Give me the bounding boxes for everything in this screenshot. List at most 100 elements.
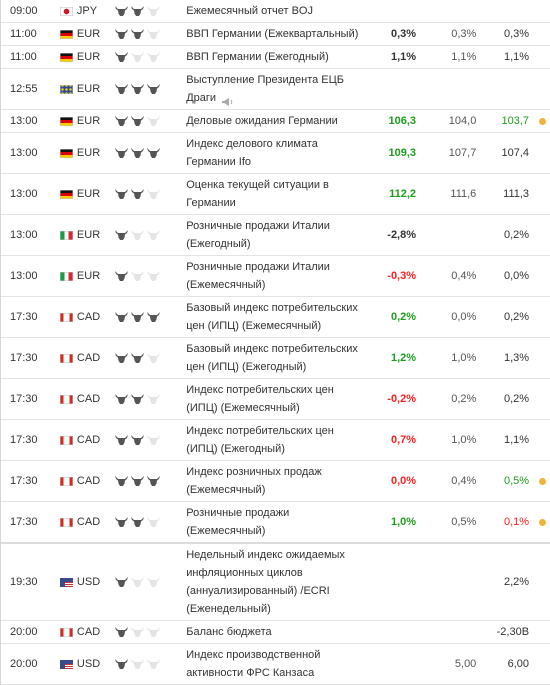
bull-icon (146, 189, 160, 199)
event-time: 13:00 (10, 229, 38, 241)
event-row[interactable]: 17:30 CAD Индекс потребительских цен (ИПЦ)… (1, 420, 550, 461)
event-row[interactable]: 12:55 EUR Выступление Президента ЕЦБ Драги (1, 69, 550, 110)
currency-code: USD (76, 658, 101, 670)
event-title[interactable]: Розничные продажи (Ежемесячный) (186, 507, 289, 537)
importance-rating (113, 627, 187, 637)
revised-dot-icon[interactable] (539, 477, 546, 485)
event-title[interactable]: Индекс розничных продаж (Ежемесячный) (186, 466, 322, 496)
event-name[interactable]: Деловые ожидания Германии (186, 110, 363, 132)
bull-icon (146, 627, 160, 637)
bull-icon (130, 271, 144, 281)
previous-value: 111,3 (503, 188, 530, 200)
bull-icon (130, 312, 144, 322)
event-title[interactable]: ВВП Германии (Ежегодный) (186, 51, 329, 63)
event-name[interactable]: Индекс розничных продаж (Ежемесячный) (186, 461, 363, 501)
event-name[interactable]: Ежемесячный отчет BOJ (186, 0, 363, 22)
bull-icon (146, 52, 160, 62)
event-title[interactable]: Индекс делового климата Германии Ifo (186, 138, 318, 168)
event-row[interactable]: 19:30 USD Недельный индекс ожидаемых инфля… (1, 544, 550, 621)
event-name[interactable]: Розничные продажи Италии (Ежегодный) (186, 215, 363, 255)
importance-rating (113, 148, 187, 158)
event-title[interactable]: Индекс потребительских цен (ИПЦ) (Ежемес… (186, 384, 334, 414)
forecast-value: 0,5% (451, 516, 477, 528)
bull-icon (114, 230, 128, 240)
event-title[interactable]: Недельный индекс ожидаемых инфляционных … (186, 549, 345, 615)
bull-icon (130, 627, 144, 637)
event-title[interactable]: ВВП Германии (Ежеквартальный) (186, 28, 358, 40)
currency-cell: EUR (59, 229, 113, 241)
event-name[interactable]: Выступление Президента ЕЦБ Драги (186, 69, 363, 109)
currency-cell: CAD (59, 393, 113, 405)
event-title[interactable]: Индекс производственной активности ФРС К… (186, 649, 320, 679)
event-title[interactable]: Оценка текущей ситуации в Германии (186, 179, 329, 209)
event-name[interactable]: ВВП Германии (Ежегодный) (186, 46, 363, 68)
event-row[interactable]: 20:00 USD Индекс производственной активнос… (1, 644, 550, 685)
actual-value: -0,2% (387, 393, 417, 405)
event-row[interactable]: 17:30 CAD Базовый индекс потребительских ц… (1, 297, 550, 338)
event-title[interactable]: Базовый индекс потребительских цен (ИПЦ)… (186, 343, 358, 373)
event-row[interactable]: 09:00 JPY Ежемесячный отчет BOJ (1, 0, 550, 23)
forecast-value: 1,1% (451, 51, 477, 63)
event-row[interactable]: 17:30 CAD Розничные продажи (Ежемесячный) 1… (1, 502, 550, 544)
event-title[interactable]: Ежемесячный отчет BOJ (186, 5, 313, 17)
bull-icon (146, 312, 160, 322)
flag-de-icon (59, 52, 73, 62)
event-row[interactable]: 17:30 CAD Базовый индекс потребительских ц… (1, 338, 550, 379)
event-title[interactable]: Розничные продажи Италии (Ежемесячный) (186, 261, 330, 291)
currency-code: JPY (76, 5, 98, 17)
currency-code: EUR (76, 51, 101, 63)
forecast-value: 1,0% (451, 352, 477, 364)
event-title[interactable]: Выступление Президента ЕЦБ Драги (186, 74, 344, 104)
event-title[interactable]: Деловые ожидания Германии (186, 115, 338, 127)
event-row[interactable]: 17:30 CAD Индекс потребительских цен (ИПЦ)… (1, 379, 550, 420)
event-name[interactable]: Базовый индекс потребительских цен (ИПЦ)… (186, 297, 363, 337)
event-row[interactable]: 13:00 EUR Оценка текущей ситуации в Герман… (1, 174, 550, 215)
importance-rating (113, 353, 187, 363)
event-row[interactable]: 11:00 EUR ВВП Германии (Ежеквартальный) 0,3… (1, 23, 550, 46)
event-name[interactable]: Розничные продажи Италии (Ежемесячный) (186, 256, 363, 296)
event-row[interactable]: 11:00 EUR ВВП Германии (Ежегодный) 1,1% 1,1%… (1, 46, 550, 69)
event-name[interactable]: Недельный индекс ожидаемых инфляционных … (186, 544, 363, 620)
revised-cell (529, 117, 550, 125)
event-row[interactable]: 13:00 EUR Розничные продажи Италии (Ежегод… (1, 215, 550, 256)
event-title[interactable]: Розничные продажи Италии (Ежегодный) (186, 220, 330, 250)
event-time: 12:55 (10, 83, 38, 95)
previous-value: 0,5% (503, 475, 530, 487)
flag-jp-icon (59, 6, 73, 16)
event-title[interactable]: Базовый индекс потребительских цен (ИПЦ)… (186, 302, 358, 332)
actual-value: 0,7% (390, 434, 417, 446)
previous-value: 0,0% (503, 270, 530, 282)
event-name[interactable]: Базовый индекс потребительских цен (ИПЦ)… (186, 338, 363, 378)
event-name[interactable]: Индекс делового климата Германии Ifo (186, 133, 363, 173)
actual-value: 1,2% (390, 352, 417, 364)
event-row[interactable]: 13:00 EUR Индекс делового климата Германии… (1, 133, 550, 174)
bull-icon (146, 271, 160, 281)
forecast-value: 104,0 (448, 115, 477, 127)
event-name[interactable]: Оценка текущей ситуации в Германии (186, 174, 363, 214)
event-name[interactable]: Розничные продажи (Ежемесячный) (186, 502, 363, 542)
actual-value: 0,3% (390, 28, 417, 40)
actual-value: 1,0% (390, 516, 417, 528)
currency-cell: EUR (59, 115, 113, 127)
forecast-value: 0,3% (451, 28, 477, 40)
event-name[interactable]: Баланс бюджета (186, 621, 363, 643)
revised-dot-icon[interactable] (539, 117, 546, 125)
bull-icon (146, 230, 160, 240)
event-row[interactable]: 13:00 EUR Розничные продажи Италии (Ежемес… (1, 256, 550, 297)
previous-value: 0,2% (503, 311, 530, 323)
currency-code: EUR (76, 83, 101, 95)
event-name[interactable]: Индекс потребительских цен (ИПЦ) (Ежемес… (186, 379, 363, 419)
event-name[interactable]: Индекс производственной активности ФРС К… (186, 644, 363, 684)
event-row[interactable]: 17:30 CAD Индекс розничных продаж (Ежемеся… (1, 461, 550, 502)
bull-icon (114, 148, 128, 158)
forecast-value: 0,0% (451, 311, 477, 323)
event-row[interactable]: 20:00 CAD Баланс бюджета -2,30B (1, 621, 550, 644)
event-name[interactable]: Индекс потребительских цен (ИПЦ) (Ежегод… (186, 420, 363, 460)
event-name[interactable]: ВВП Германии (Ежеквартальный) (186, 23, 363, 45)
event-row[interactable]: 13:00 EUR Деловые ожидания Германии 106,3 10… (1, 110, 550, 133)
previous-value: 2,2% (503, 576, 530, 588)
revised-dot-icon[interactable] (539, 518, 546, 526)
event-title[interactable]: Индекс потребительских цен (ИПЦ) (Ежегод… (186, 425, 334, 455)
event-title[interactable]: Баланс бюджета (186, 626, 271, 638)
event-time: 20:00 (10, 658, 38, 670)
